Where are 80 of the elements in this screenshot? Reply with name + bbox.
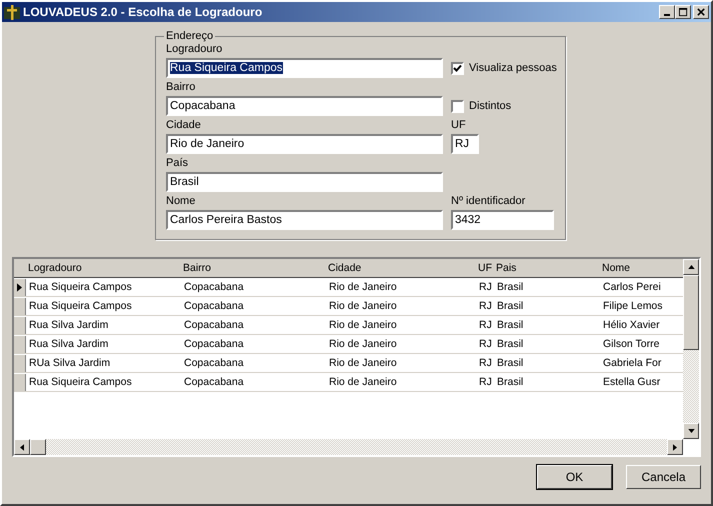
table-cell-text: RJ (478, 281, 493, 293)
table-cell-text: Brasil (496, 357, 524, 369)
scroll-thumb[interactable] (683, 275, 699, 350)
table-cell-text: Copacabana (183, 319, 245, 331)
table-cell-text: Filipe Lemos (602, 300, 664, 312)
table-cell-text: Rio de Janeiro (328, 281, 398, 293)
input-field[interactable]: RJ (451, 134, 479, 154)
up-arrow-icon[interactable] (688, 265, 694, 269)
table-cell-text: Rua Siqueira Campos (28, 300, 133, 312)
minimize-button[interactable] (659, 5, 675, 19)
right-arrow-icon[interactable] (673, 444, 677, 450)
table-cell-text: Copacabana (183, 338, 245, 350)
close-icon (696, 8, 706, 16)
table-cell-text: Rio de Janeiro (328, 319, 398, 331)
row-indicator[interactable] (14, 278, 26, 296)
field-label: Cidade (166, 118, 202, 132)
close-button[interactable] (693, 5, 709, 19)
table-cell-text: Copacabana (183, 300, 245, 312)
field-label: Logradouro (166, 42, 224, 56)
cross-icon (4, 4, 20, 20)
dialog-button[interactable]: OK (537, 465, 612, 489)
table-cell-text: Rio de Janeiro (328, 376, 398, 388)
table-cell-text: Carlos Perei (602, 281, 662, 293)
table-cell-text: Copacabana (183, 357, 245, 369)
input-field[interactable]: 3432 (451, 210, 554, 230)
input-field[interactable]: Carlos Pereira Bastos (166, 210, 443, 230)
horizontal-scrollbar[interactable] (14, 439, 699, 455)
table-cell-text: RJ (478, 357, 493, 369)
vertical-scrollbar[interactable] (683, 259, 699, 439)
window-title: LOUVADEUS 2.0 - Escolha de Logradouro (23, 5, 264, 19)
table-cell-text: Hélio Xavier (602, 319, 661, 331)
table-cell-text: RJ (478, 300, 493, 312)
field-label: Bairro (166, 80, 196, 94)
checkbox[interactable] (451, 100, 464, 112)
column-header[interactable]: UF (475, 262, 493, 274)
table-cell-text: RUa Silva Jardim (28, 357, 112, 369)
table-cell-text: RJ (478, 376, 493, 388)
table-cell-text: Rio de Janeiro (328, 357, 398, 369)
maximize-icon (678, 8, 688, 16)
input-field[interactable]: Rua Siqueira Campos (166, 58, 443, 78)
table-cell-text: Brasil (496, 376, 524, 388)
table-cell-text: Rio de Janeiro (328, 300, 398, 312)
table-cell-text: RJ (478, 338, 493, 350)
column-header[interactable]: Nome (599, 262, 683, 274)
table-cell-text: Rua Siqueira Campos (28, 376, 133, 388)
table-cell-text: Gabriela For (602, 357, 662, 369)
field-label: Nome (166, 194, 196, 208)
column-header[interactable]: Bairro (180, 262, 325, 274)
column-header[interactable]: Pais (493, 262, 599, 274)
table-cell-text: Gilson Torre (602, 338, 660, 350)
table-cell-text: RJ (478, 319, 493, 331)
table-cell-text: Brasil (496, 338, 524, 350)
field-label: País (166, 156, 190, 170)
checkbox-label: Visualiza pessoas (469, 62, 557, 74)
input-field[interactable]: Rio de Janeiro (166, 134, 443, 154)
table-cell-text: Brasil (496, 281, 524, 293)
maximize-button[interactable] (675, 5, 691, 19)
table-cell-text: Rua Siqueira Campos (28, 281, 133, 293)
minimize-icon (664, 14, 670, 16)
field-label: Nº identificador (451, 194, 526, 208)
left-arrow-icon[interactable] (20, 444, 24, 450)
checkbox[interactable] (451, 62, 464, 74)
table-cell-text: Rua Silva Jardim (28, 338, 110, 350)
checkbox-label: Distintos (469, 100, 512, 112)
column-header[interactable]: Logradouro (25, 262, 180, 274)
table-cell-text: Copacabana (183, 281, 245, 293)
column-header[interactable]: Cidade (325, 262, 475, 274)
field-label: UF (451, 118, 467, 132)
table-cell-text: Brasil (496, 319, 524, 331)
table-cell-text: Estella Gusr (602, 376, 662, 388)
input-field[interactable]: Brasil (166, 172, 443, 192)
dialog-button[interactable]: Cancela (626, 465, 701, 489)
group-legend: Endereço (164, 30, 216, 42)
table-cell-text: Brasil (496, 300, 524, 312)
down-arrow-icon[interactable] (688, 429, 694, 433)
table-cell-text: Rio de Janeiro (328, 338, 398, 350)
scroll-thumb[interactable] (30, 439, 46, 455)
input-field[interactable]: Copacabana (166, 96, 443, 116)
table-cell-text: Copacabana (183, 376, 245, 388)
table-cell-text: Rua Silva Jardim (28, 319, 110, 331)
